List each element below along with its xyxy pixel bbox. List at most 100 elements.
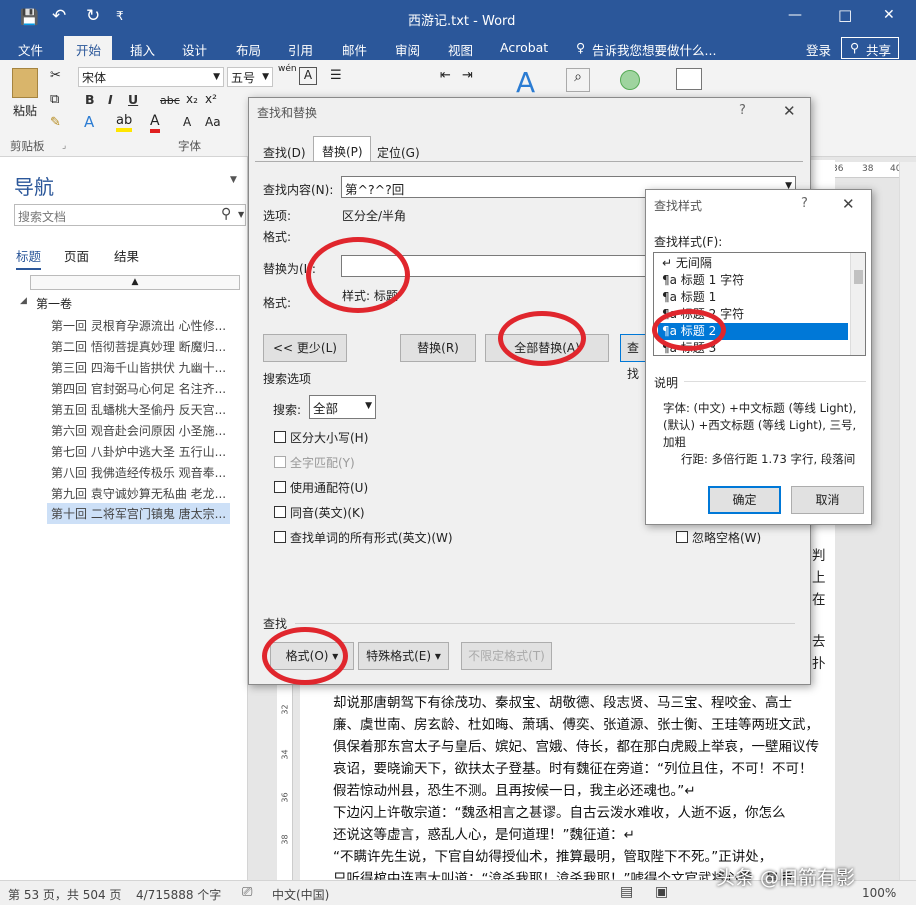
nav-item-10[interactable]: 第十回 二将军宫门镇鬼 唐太宗...	[47, 503, 231, 524]
tab-view[interactable]: 视图	[448, 40, 473, 59]
tab-goto[interactable]: 定位(G)	[377, 144, 420, 161]
copy-icon[interactable]: ⧉	[50, 92, 59, 107]
maximize-button[interactable]: □	[838, 6, 852, 24]
style-cancel-button[interactable]: 取消	[791, 486, 864, 514]
minimize-button[interactable]: —	[788, 7, 802, 23]
nav-options-icon[interactable]: ▼	[230, 175, 237, 185]
select-object-icon[interactable]	[676, 68, 702, 90]
sensitivity-icon[interactable]	[620, 70, 640, 90]
collapse-icon[interactable]: ◢	[20, 296, 27, 306]
nav-item-6[interactable]: 第六回 观音赴会问原因 小圣施...	[51, 422, 226, 439]
nav-item-7[interactable]: 第七回 八卦炉中逃大圣 五行山...	[51, 443, 226, 460]
close-button[interactable]: ✕	[883, 7, 895, 23]
print-layout-icon[interactable]: ▣	[655, 884, 668, 900]
word-count[interactable]: 4/715888 个字	[136, 886, 221, 903]
no-formatting-button[interactable]: 不限定格式(T)	[461, 642, 552, 670]
font-color-icon[interactable]: A	[150, 113, 160, 133]
nav-item-4[interactable]: 第四回 官封弼马心何足 名注齐...	[51, 380, 226, 397]
tab-file[interactable]: 文件	[18, 40, 43, 59]
wildcards-checkbox[interactable]	[274, 481, 286, 493]
nav-item-2[interactable]: 第二回 悟彻菩提真妙理 断魔归...	[51, 338, 226, 355]
less-button[interactable]: << 更少(L)	[263, 334, 347, 362]
sign-in-link[interactable]: 登录	[806, 40, 831, 59]
ignore-space-checkbox[interactable]	[676, 531, 688, 543]
replace-button[interactable]: 替换(R)	[400, 334, 476, 362]
match-case-checkbox[interactable]	[274, 431, 286, 443]
styles-icon[interactable]: A	[516, 66, 535, 99]
paste-icon[interactable]	[12, 68, 38, 98]
redo-icon[interactable]: ↻	[86, 6, 100, 26]
dialog-close-button[interactable]: ✕	[783, 102, 796, 120]
nav-tab-results[interactable]: 结果	[114, 246, 139, 265]
vertical-scrollbar[interactable]	[899, 162, 916, 880]
all-word-forms-checkbox[interactable]	[274, 531, 286, 543]
style-item[interactable]: ¶a 标题 1 字符	[658, 272, 848, 289]
tab-layout[interactable]: 布局	[236, 40, 261, 59]
nav-item-1[interactable]: 第一回 灵根育孕源流出 心性修...	[51, 317, 226, 334]
search-direction-select[interactable]: 全部 ▼	[309, 395, 376, 419]
tab-design[interactable]: 设计	[182, 40, 207, 59]
nav-item-9[interactable]: 第九回 袁守诚妙算无私曲 老龙...	[51, 485, 226, 502]
outdent-icon[interactable]: ⇥	[462, 68, 473, 83]
nav-tab-pages[interactable]: 页面	[64, 246, 89, 265]
proofing-icon[interactable]: ⎚	[242, 885, 252, 900]
bullets-icon[interactable]: ☰	[330, 68, 342, 83]
tell-me-input[interactable]: 告诉我您想要做什么...	[592, 40, 716, 59]
nav-search-dropdown-icon[interactable]: ▼	[238, 210, 244, 219]
customize-quick-access-icon[interactable]: ₹	[116, 9, 124, 23]
tab-replace[interactable]: 替换(P)	[322, 143, 363, 160]
annotation-circle	[262, 627, 348, 685]
underline-button[interactable]: U	[128, 92, 138, 107]
sounds-like-checkbox[interactable]	[274, 506, 286, 518]
special-button[interactable]: 特殊格式(E) ▾	[358, 642, 449, 670]
style-ok-button[interactable]: 确定	[708, 486, 781, 514]
search-icon[interactable]: ⚲	[221, 206, 231, 222]
indent-icon[interactable]: ⇤	[440, 68, 451, 83]
clipboard-launcher-icon[interactable]: ⌟	[62, 141, 66, 151]
tab-insert[interactable]: 插入	[130, 40, 155, 59]
tab-acrobat[interactable]: Acrobat	[500, 40, 548, 55]
language-status[interactable]: 中文(中国)	[272, 886, 329, 903]
shrink-font-icon[interactable]: A	[183, 115, 191, 129]
text-effects-icon[interactable]: A	[84, 113, 94, 131]
tab-home[interactable]: 开始	[76, 40, 101, 59]
style-item[interactable]: ¶a 标题 1	[658, 289, 848, 306]
whole-word-checkbox[interactable]	[274, 456, 286, 468]
char-border-icon[interactable]: A	[299, 67, 317, 85]
nav-root[interactable]: 第一卷	[36, 295, 72, 312]
undo-icon[interactable]: ↶	[52, 6, 66, 26]
nav-item-5[interactable]: 第五回 乱蟠桃大圣偷丹 反天宫...	[51, 401, 226, 418]
page-count[interactable]: 第 53 页，共 504 页	[8, 886, 121, 903]
tab-references[interactable]: 引用	[288, 40, 313, 59]
strikethrough-button[interactable]: abc	[160, 94, 180, 107]
zoom-level[interactable]: 100%	[862, 886, 896, 900]
style-list-scrollbar[interactable]	[850, 253, 865, 355]
nav-scroll-up[interactable]: ▲	[30, 275, 240, 290]
find-icon[interactable]: ⌕	[566, 68, 590, 92]
style-list-scroll-thumb[interactable]	[854, 270, 863, 284]
nav-item-8[interactable]: 第八回 我佛造经传极乐 观音奉...	[51, 464, 226, 481]
style-item[interactable]: ↵ 无间隔	[658, 255, 848, 272]
style-dialog-help-button[interactable]: ?	[801, 196, 808, 211]
save-icon[interactable]: 💾	[20, 8, 39, 26]
dialog-help-button[interactable]: ?	[739, 103, 746, 118]
superscript-button[interactable]: x²	[205, 92, 217, 106]
style-dialog-close-button[interactable]: ✕	[842, 195, 855, 213]
nav-tab-headings[interactable]: 标题	[16, 246, 42, 270]
font-name-box[interactable]: 宋体 ▼	[78, 67, 224, 87]
nav-search-box[interactable]: 搜索文档 ⚲ ▼	[14, 204, 246, 226]
read-mode-icon[interactable]: ▤	[620, 884, 633, 900]
change-case-icon[interactable]: Aa	[205, 115, 221, 129]
italic-button[interactable]: I	[108, 92, 113, 107]
highlight-icon[interactable]: ab	[116, 113, 133, 132]
nav-item-3[interactable]: 第三回 四海千山皆拱伏 九幽十...	[51, 359, 226, 376]
tab-mailings[interactable]: 邮件	[342, 40, 367, 59]
subscript-button[interactable]: x₂	[186, 92, 198, 106]
font-size-box[interactable]: 五号 ▼	[227, 67, 273, 87]
format-painter-icon[interactable]: ✎	[50, 115, 61, 130]
phonetic-guide-icon[interactable]: wén	[278, 64, 297, 74]
cut-icon[interactable]: ✂	[50, 68, 61, 83]
tab-find[interactable]: 查找(D)	[263, 144, 306, 161]
tab-review[interactable]: 审阅	[395, 40, 420, 59]
bold-button[interactable]: B	[85, 92, 95, 107]
